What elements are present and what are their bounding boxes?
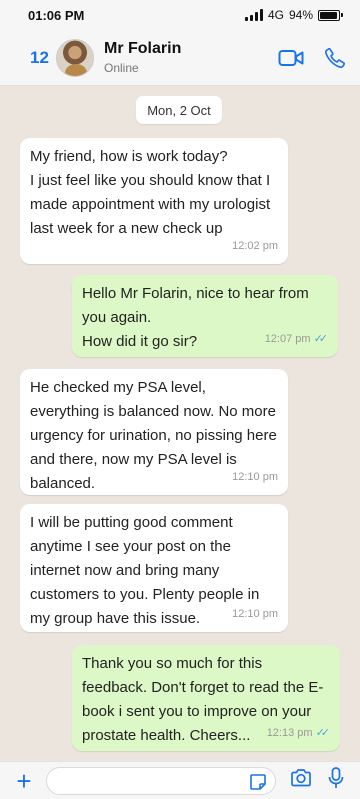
signal-icon [244, 9, 263, 21]
status-bar: 01:06 PM 4G 94% [0, 0, 360, 30]
message-bubble-outgoing[interactable]: Thank you so much for this feedback. Don… [72, 645, 340, 751]
message-bubble-outgoing[interactable]: Hello Mr Folarin, nice to hear from you … [72, 275, 338, 357]
status-indicators: 4G 94% [244, 8, 343, 22]
plus-icon[interactable]: + [10, 768, 38, 794]
video-call-icon[interactable] [278, 48, 304, 68]
message-time: 12:10 pm [232, 471, 278, 483]
chat-area[interactable]: Mon, 2 Oct My friend, how is work today?… [0, 86, 360, 761]
sticker-icon[interactable] [249, 773, 267, 796]
contact-status: Online [104, 61, 139, 75]
date-separator: Mon, 2 Oct [136, 96, 222, 124]
message-input-container[interactable] [46, 766, 276, 796]
battery-icon [318, 9, 343, 21]
voice-call-icon[interactable] [324, 47, 346, 69]
message-bubble-incoming[interactable]: My friend, how is work today? I just fee… [20, 138, 288, 264]
read-receipt-icon: ✓✓ [315, 727, 331, 739]
message-time: 12:13 pm ✓✓ [267, 721, 330, 745]
message-input-bar: + [0, 761, 360, 799]
message-text: My friend, how is work today? I just fee… [30, 148, 271, 237]
input-actions [290, 767, 344, 794]
message-bubble-incoming[interactable]: I will be putting good comment anytime I… [20, 504, 288, 632]
battery-fill [320, 11, 337, 19]
read-receipt-icon: ✓✓ [313, 333, 329, 345]
chat-header: 12 Mr Folarin Online [0, 30, 360, 86]
message-time: 12:10 pm [232, 608, 278, 620]
back-button-unread-count[interactable]: 12 [30, 48, 56, 68]
network-type: 4G [267, 8, 284, 22]
message-input[interactable] [47, 767, 237, 794]
camera-icon[interactable] [290, 768, 312, 793]
contact-avatar[interactable] [56, 38, 94, 77]
status-time: 01:06 PM [28, 7, 85, 23]
contact-info[interactable]: Mr Folarin Online [104, 40, 278, 75]
message-time: 12:02 pm [232, 240, 278, 252]
message-bubble-incoming[interactable]: He checked my PSA level, everything is b… [20, 369, 288, 495]
contact-name[interactable]: Mr Folarin [104, 40, 278, 58]
microphone-icon[interactable] [328, 767, 344, 794]
message-time: 12:07 pm ✓✓ [265, 327, 328, 351]
battery-percentage: 94% [288, 8, 313, 22]
header-actions [278, 47, 346, 69]
